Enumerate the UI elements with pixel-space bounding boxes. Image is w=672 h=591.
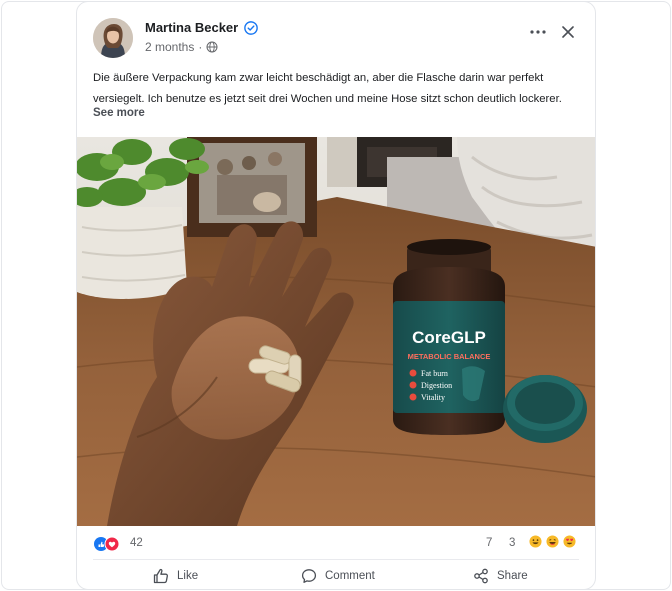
product-feature-2: Digestion xyxy=(421,381,452,390)
comment-button[interactable]: Comment xyxy=(301,560,375,589)
post-meta: 2 months · xyxy=(145,40,218,54)
like-button[interactable]: Like xyxy=(153,560,199,589)
product-feature-3: Vitality xyxy=(421,393,445,402)
product-brand: CoreGLP xyxy=(412,328,486,347)
share-button[interactable]: Share xyxy=(473,560,528,589)
author-name-row: Martina Becker xyxy=(145,20,259,35)
comment-bubble-icon xyxy=(301,568,317,583)
globe-icon xyxy=(206,41,218,53)
post-text: Die äußere Verpackung kam zwar leicht be… xyxy=(93,72,562,105)
product-feature-1: Fat burn xyxy=(421,369,448,378)
close-button[interactable] xyxy=(557,22,579,42)
avatar-portrait xyxy=(93,18,133,58)
emoji-reactions[interactable] xyxy=(529,535,576,548)
comment-count[interactable]: 7 xyxy=(486,537,492,549)
reaction-count[interactable]: 42 xyxy=(130,537,143,549)
verified-check-icon xyxy=(244,20,259,35)
avatar[interactable] xyxy=(93,18,133,58)
share-count[interactable]: 3 xyxy=(509,537,515,549)
product-subtitle: METABOLIC BALANCE xyxy=(408,352,491,361)
see-more-link[interactable]: See more xyxy=(93,107,145,119)
engagement-stats: 42 7 3 xyxy=(77,526,595,560)
more-options-button[interactable] xyxy=(527,22,549,42)
more-horizontal-icon xyxy=(530,30,546,34)
thumbs-up-icon xyxy=(153,568,168,583)
share-network-icon xyxy=(474,568,488,583)
post-timestamp[interactable]: 2 months xyxy=(145,40,194,54)
post-card: Martina Becker 2 months · Die äußere Ver… xyxy=(76,1,596,590)
laugh-emoji-icon xyxy=(546,535,559,548)
comment-label: Comment xyxy=(325,569,375,582)
heart-eyes-emoji-icon xyxy=(563,535,576,548)
close-icon xyxy=(562,26,574,38)
meta-separator: · xyxy=(198,40,203,54)
bottle-lid xyxy=(503,375,587,443)
supplement-bottle: CoreGLP METABOLIC BALANCE Fat burn Diges… xyxy=(393,239,505,435)
grin-emoji-icon xyxy=(529,535,542,548)
share-label: Share xyxy=(497,569,528,582)
author-name[interactable]: Martina Becker xyxy=(145,20,238,35)
action-bar: Like Comment Share xyxy=(77,560,595,589)
post-photo[interactable]: CoreGLP METABOLIC BALANCE Fat burn Diges… xyxy=(77,137,596,526)
reaction-icons[interactable] xyxy=(93,536,123,552)
like-label: Like xyxy=(177,569,199,582)
